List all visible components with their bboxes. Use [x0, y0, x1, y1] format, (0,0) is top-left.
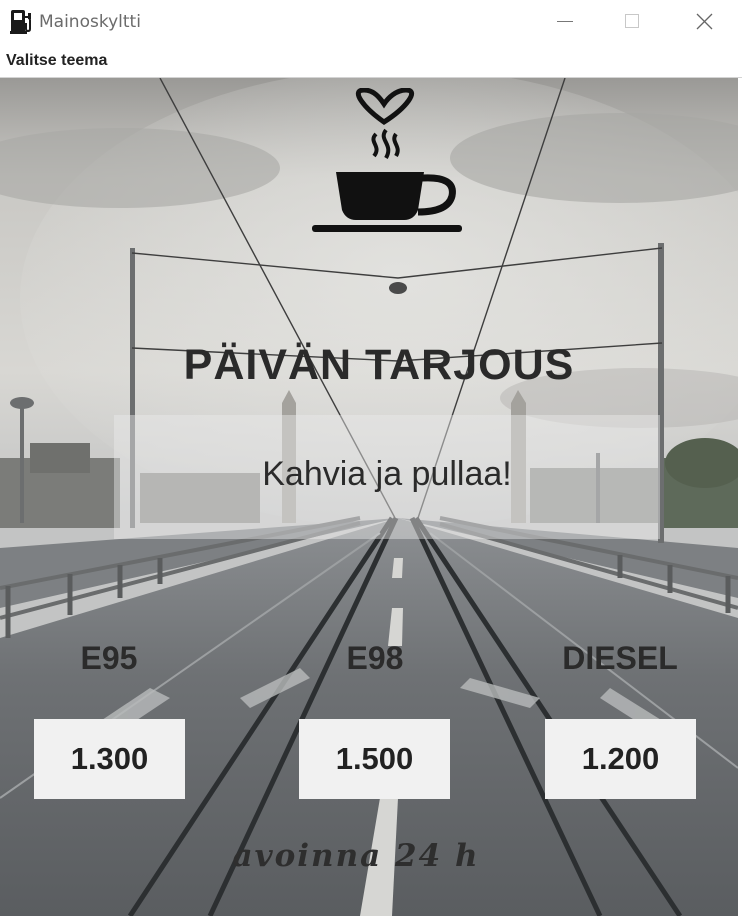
offer-box: Kahvia ja pullaa!: [114, 415, 660, 539]
price-e98: 1.500: [299, 719, 450, 799]
menu-item-valitse-teema[interactable]: Valitse teema: [6, 52, 107, 70]
sign-panel: PÄIVÄN TARJOUS Kahvia ja pullaa! E95 E98…: [0, 78, 738, 916]
title-bar: Mainoskyltti: [0, 0, 742, 44]
price-diesel: 1.200: [545, 719, 696, 799]
minimize-button[interactable]: [530, 0, 598, 44]
fuel-label-diesel: DIESEL: [562, 640, 678, 676]
offer-title: PÄIVÄN TARJOUS: [183, 341, 575, 389]
price-e95: 1.300: [34, 719, 185, 799]
window-right-border: [738, 78, 742, 916]
window-title: Mainoskyltti: [39, 12, 141, 32]
close-button[interactable]: [666, 0, 742, 44]
close-icon: [696, 13, 713, 30]
menu-bar: Valitse teema: [0, 44, 742, 78]
coffee-cup-heart-icon: [306, 87, 466, 243]
fuel-pump-icon: [10, 9, 34, 35]
minimize-icon: [557, 21, 573, 22]
maximize-button[interactable]: [598, 0, 666, 44]
maximize-icon: [625, 14, 639, 28]
opening-hours-text: avoinna 24 h: [232, 838, 480, 874]
fuel-label-e95: E95: [80, 640, 138, 676]
fuel-label-e98: E98: [346, 640, 404, 676]
offer-text: Kahvia ja pullaa!: [262, 455, 512, 493]
